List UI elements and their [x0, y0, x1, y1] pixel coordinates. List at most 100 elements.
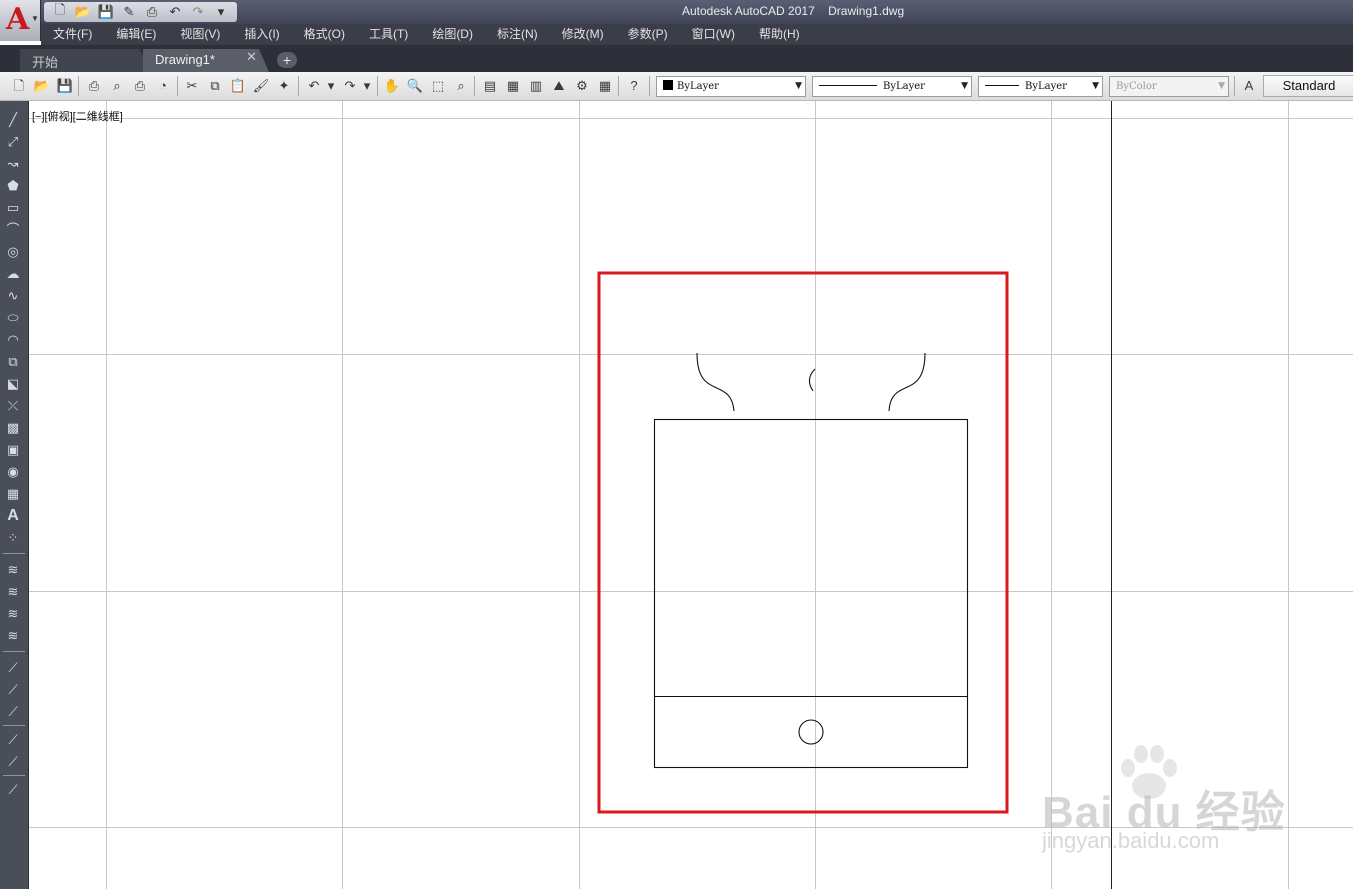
block-editor-icon[interactable]: ✦ — [275, 77, 293, 95]
steam-curve-left[interactable] — [696, 352, 735, 412]
redo-icon[interactable]: ↷ — [188, 3, 208, 21]
toolbar-separator — [177, 76, 178, 96]
menu-draw[interactable]: 绘图(D) — [420, 24, 485, 45]
polyline-icon[interactable]: ↝ — [4, 155, 22, 173]
toolbar-separator — [3, 651, 25, 652]
undo-icon[interactable]: ↶ — [165, 3, 185, 21]
steam-curve-right[interactable] — [888, 352, 926, 412]
gradient-icon[interactable]: ▣ — [4, 441, 22, 459]
lineweight-control[interactable]: ByLayer ▼ — [978, 76, 1103, 97]
undo-dropdown-icon[interactable]: ▾ — [322, 77, 340, 95]
text-style-icon[interactable]: A — [1240, 77, 1258, 95]
application-menu-button[interactable]: A ▼ — [0, 0, 41, 41]
properties-icon[interactable]: ▤ — [481, 77, 499, 95]
publish-icon[interactable]: ⎙ — [131, 77, 149, 95]
plot-preview-icon[interactable]: ⌕ — [108, 77, 126, 95]
toolbar-separator — [3, 553, 25, 554]
window-title: Autodesk AutoCAD 2017 Drawing1.dwg — [682, 4, 904, 18]
ellipse-arc-icon[interactable]: ◠ — [4, 331, 22, 349]
cut-icon[interactable]: ✂ — [183, 77, 201, 95]
autocad-logo-icon: A — [6, 2, 30, 37]
match-properties-icon[interactable]: 🖌 — [252, 77, 270, 95]
menu-modify[interactable]: 修改(M) — [550, 24, 616, 45]
save-icon[interactable]: 💾 — [96, 3, 116, 21]
multiline-text-icon[interactable]: A — [4, 507, 22, 525]
menu-window[interactable]: 窗口(W) — [680, 24, 747, 45]
viewport-controls[interactable]: [−][俯视][二维线框] — [32, 108, 123, 124]
zoom-realtime-icon[interactable]: 🔍 — [406, 77, 424, 95]
tool-palettes-icon[interactable]: ▥ — [527, 77, 545, 95]
markup-icon[interactable]: ⚙ — [573, 77, 591, 95]
menu-view[interactable]: 视图(V) — [168, 24, 232, 45]
menu-dimension[interactable]: 标注(N) — [485, 24, 550, 45]
undo-icon[interactable]: ↶ — [305, 77, 323, 95]
menu-format[interactable]: 格式(O) — [292, 24, 357, 45]
layer-match-icon[interactable]: ≋ — [4, 627, 22, 645]
dimension-angular-icon[interactable]: ⟋ — [4, 781, 22, 799]
help-icon[interactable]: ? — [625, 77, 643, 95]
layer-state-icon[interactable]: ≋ — [4, 583, 22, 601]
sheet-set-icon[interactable]: ⛰ — [550, 77, 568, 95]
line-icon[interactable]: ╱ — [4, 111, 22, 129]
menu-help[interactable]: 帮助(H) — [747, 24, 812, 45]
save-icon[interactable]: 💾 — [56, 77, 74, 95]
button-circle[interactable] — [798, 719, 824, 745]
plot-icon[interactable]: ⎙ — [85, 77, 103, 95]
customize-icon[interactable]: ▾ — [211, 3, 231, 21]
pan-icon[interactable]: ✋ — [383, 77, 401, 95]
steam-curve-center[interactable] — [808, 368, 816, 392]
new-tab-button[interactable]: + — [277, 52, 297, 68]
plot-icon[interactable]: ⎙ — [142, 3, 162, 21]
open-icon[interactable]: 📂 — [73, 3, 93, 21]
construction-line-icon[interactable]: ⤢ — [4, 133, 22, 151]
copy-icon[interactable]: ⧉ — [206, 77, 224, 95]
text-style-control[interactable]: Standard — [1263, 75, 1353, 97]
table-icon[interactable]: ▦ — [4, 485, 22, 503]
saveas-icon[interactable]: ✎ — [119, 3, 139, 21]
polygon-icon[interactable]: ⬟ — [4, 177, 22, 195]
color-control[interactable]: ByLayer ▼ — [656, 76, 806, 97]
calculator-icon[interactable]: ▦ — [596, 77, 614, 95]
design-center-icon[interactable]: ▦ — [504, 77, 522, 95]
tab-start[interactable]: 开始 — [20, 49, 150, 72]
zoom-previous-icon[interactable]: ⌕ — [452, 77, 470, 95]
menu-file[interactable]: 文件(F) — [41, 24, 104, 45]
dimension-arc-icon[interactable]: ⟋ — [4, 703, 22, 721]
add-selected-icon[interactable]: ⁘ — [4, 529, 22, 547]
make-block-icon[interactable]: ⬕ — [4, 375, 22, 393]
rectangle-icon[interactable]: ▭ — [4, 199, 22, 217]
dimension-linear-icon[interactable]: ⟋ — [4, 659, 22, 677]
spline-icon[interactable]: ∿ — [4, 287, 22, 305]
arc-icon[interactable]: ⌒ — [4, 221, 22, 239]
linetype-control[interactable]: ByLayer ▼ — [812, 76, 972, 97]
menu-insert[interactable]: 插入(I) — [232, 24, 291, 45]
hatch-icon[interactable]: ▩ — [4, 419, 22, 437]
menu-edit[interactable]: 编辑(E) — [104, 24, 168, 45]
layer-previous-icon[interactable]: ≋ — [4, 605, 22, 623]
redo-icon[interactable]: ↷ — [341, 77, 359, 95]
point-icon[interactable]: ⤫ — [4, 397, 22, 415]
menu-parametric[interactable]: 参数(P) — [616, 24, 680, 45]
watermark-url: jingyan.baidu.com — [1042, 828, 1220, 853]
new-icon[interactable]: 🗋 — [50, 2, 70, 21]
toolbar-separator — [377, 76, 378, 96]
dimension-diameter-icon[interactable]: ⟋ — [4, 753, 22, 771]
open-icon[interactable]: 📂 — [33, 77, 51, 95]
region-icon[interactable]: ◉ — [4, 463, 22, 481]
drawing-object[interactable] — [653, 352, 969, 769]
ellipse-icon[interactable]: ⬭ — [4, 309, 22, 327]
body-rectangle[interactable] — [653, 418, 969, 769]
revision-cloud-icon[interactable]: ☁ — [4, 265, 22, 283]
dimension-radius-icon[interactable]: ⟋ — [4, 731, 22, 749]
dimension-aligned-icon[interactable]: ⟋ — [4, 681, 22, 699]
circle-icon[interactable]: ◎ — [4, 243, 22, 261]
zoom-window-icon[interactable]: ⬚ — [429, 77, 447, 95]
close-icon[interactable]: ✕ — [246, 49, 257, 65]
redo-dropdown-icon[interactable]: ▾ — [358, 77, 376, 95]
3d-print-icon[interactable]: ◔ — [154, 77, 172, 95]
new-icon[interactable]: 🗋 — [10, 77, 28, 95]
insert-block-icon[interactable]: ⧉ — [4, 353, 22, 371]
layer-properties-icon[interactable]: ≋ — [4, 561, 22, 579]
menu-tools[interactable]: 工具(T) — [357, 24, 420, 45]
paste-icon[interactable]: 📋 — [229, 77, 247, 95]
